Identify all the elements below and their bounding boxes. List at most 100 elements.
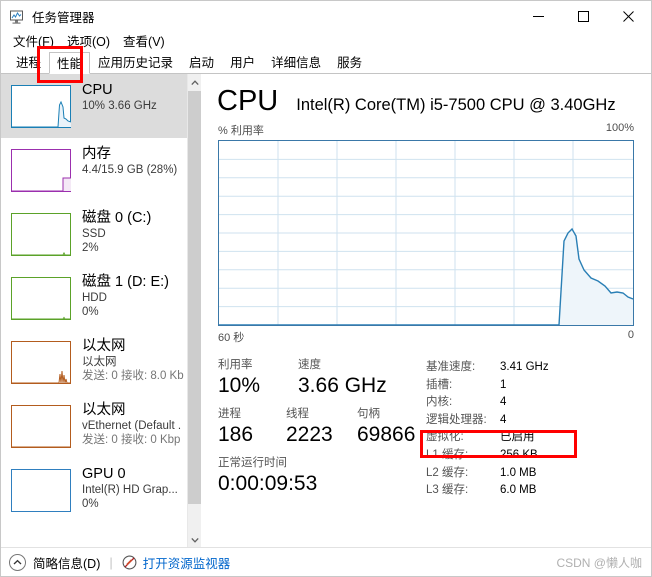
stat-processes-label: 进程	[218, 408, 241, 420]
sidebar-item-cpu-title: CPU	[82, 82, 113, 98]
sidebar-item-gpu0-line3: 0%	[82, 498, 99, 510]
spec-sockets-value: 1	[500, 378, 507, 391]
disk0-thumbnail-chart	[11, 213, 71, 256]
sidebar-item-memory-title: 内存	[82, 146, 111, 162]
spec-l2-cache-key: L2 缓存:	[426, 466, 469, 479]
cpu-thumbnail-chart	[11, 85, 71, 128]
ethernet-thumbnail-chart	[11, 341, 71, 384]
chevron-down-icon[interactable]	[188, 531, 202, 548]
stat-uptime-label: 正常运行时间	[218, 457, 287, 469]
chart-x-left-label: 60 秒	[218, 332, 245, 344]
stat-speed: 速度 3.66 GHz	[298, 358, 387, 398]
sidebar-item-ethernet-title: 以太网	[82, 338, 126, 354]
stat-threads: 线程 2223	[286, 407, 357, 447]
tab-startup[interactable]: 启动	[181, 51, 222, 73]
spec-logical-processors-key: 逻辑处理器:	[426, 413, 487, 426]
cpu-utilization-chart	[218, 140, 634, 326]
window-controls	[516, 1, 651, 32]
spec-base-speed: 基准速度: 3.41 GHz	[426, 359, 549, 377]
sidebar-item-disk0[interactable]: 磁盘 0 (C:) SSD 2%	[1, 202, 199, 266]
sidebar-item-vethernet[interactable]: 以太网 vEthernet (Default . 发送: 0 接收: 0 Kbp	[1, 394, 199, 458]
tab-services[interactable]: 服务	[329, 51, 370, 73]
resource-monitor-icon[interactable]	[122, 555, 137, 570]
sidebar-item-disk0-line2: SSD	[82, 228, 106, 240]
task-manager-icon	[9, 9, 25, 25]
sidebar-item-gpu0[interactable]: GPU 0 Intel(R) HD Grap... 0%	[1, 458, 199, 522]
spec-l3-cache: L3 缓存: 6.0 MB	[426, 482, 549, 500]
spec-logical-processors: 逻辑处理器: 4	[426, 412, 549, 430]
page-title: CPU	[217, 85, 279, 117]
status-bar: 简略信息(D) | 打开资源监视器 CSDN @懒人咖	[1, 547, 651, 576]
sidebar-item-disk1-line2: HDD	[82, 292, 107, 304]
spec-cores-key: 内核:	[426, 396, 453, 409]
close-button[interactable]	[606, 1, 651, 32]
sidebar-item-gpu0-info: GPU 0 Intel(R) HD Grap... 0%	[82, 465, 178, 515]
tab-processes[interactable]: 进程	[8, 51, 49, 73]
stat-utilization: 利用率 10%	[218, 358, 298, 398]
sidebar-item-disk1[interactable]: 磁盘 1 (D: E:) HDD 0%	[1, 266, 199, 330]
tab-details[interactable]: 详细信息	[263, 51, 329, 73]
sidebar-item-ethernet-line2: 以太网	[82, 356, 117, 368]
tab-strip: 进程 性能 应用历史记录 启动 用户 详细信息 服务	[1, 51, 651, 74]
spec-l3-cache-key: L3 缓存:	[426, 484, 469, 497]
chart-y-max-label: 100%	[605, 122, 634, 134]
sidebar-item-cpu-line2: 10% 3.66 GHz	[82, 100, 157, 112]
stat-handles-value: 69866	[357, 423, 416, 446]
title-bar: 任务管理器	[1, 1, 651, 32]
stat-row-utilization-speed: 利用率 10% 速度 3.66 GHz	[218, 358, 426, 398]
sidebar-item-vethernet-line2: vEthernet (Default .	[82, 420, 182, 432]
sidebar-item-disk1-info: 磁盘 1 (D: E:) HDD 0%	[82, 273, 169, 323]
sidebar-item-disk1-title: 磁盘 1 (D: E:)	[82, 274, 170, 290]
menu-view[interactable]: 查看(V)	[117, 30, 172, 51]
spec-l1-cache-value: 256 KB	[500, 448, 538, 461]
menu-file[interactable]: 文件(F)	[7, 30, 61, 51]
stat-handles-label: 句柄	[357, 408, 380, 420]
spec-virtualization: 虚拟化: 已启用	[426, 429, 549, 447]
sidebar-item-disk0-title: 磁盘 0 (C:)	[82, 210, 152, 226]
tab-performance[interactable]: 性能	[49, 52, 91, 74]
sidebar-item-memory[interactable]: 内存 4.4/15.9 GB (28%)	[1, 138, 199, 202]
spec-l3-cache-value: 6.0 MB	[500, 484, 537, 497]
stat-handles: 句柄 69866	[357, 407, 415, 447]
spec-l1-cache-key: L1 缓存:	[426, 448, 469, 461]
maximize-button[interactable]	[561, 1, 606, 32]
disk1-thumbnail-chart	[11, 277, 71, 320]
spec-l2-cache: L2 缓存: 1.0 MB	[426, 465, 549, 483]
sidebar-item-ethernet[interactable]: 以太网 以太网 发送: 0 接收: 8.0 Kb	[1, 330, 199, 394]
cpu-header: CPU Intel(R) Core(TM) i5-7500 CPU @ 3.40…	[201, 74, 651, 118]
sidebar-item-vethernet-info: 以太网 vEthernet (Default . 发送: 0 接收: 0 Kbp	[82, 401, 181, 451]
stat-threads-label: 线程	[286, 408, 309, 420]
spec-base-speed-value: 3.41 GHz	[500, 361, 549, 373]
tab-app-history[interactable]: 应用历史记录	[90, 51, 181, 73]
scrollbar-thumb[interactable]	[188, 91, 202, 504]
spec-virtualization-key: 虚拟化:	[426, 431, 464, 444]
stat-speed-value: 3.66 GHz	[298, 374, 387, 397]
window-title: 任务管理器	[32, 11, 95, 25]
sidebar-item-cpu[interactable]: CPU 10% 3.66 GHz	[1, 74, 199, 138]
cpu-spec-list: 基准速度: 3.41 GHz 插槽: 1 内核: 4 逻辑处理器: 4 虚拟化:	[426, 358, 549, 505]
chevron-up-circle-icon[interactable]	[9, 553, 26, 571]
chart-x-right-label: 0	[627, 329, 634, 341]
sidebar-item-memory-info: 内存 4.4/15.9 GB (28%)	[82, 145, 177, 195]
spec-virtualization-value: 已启用	[500, 431, 535, 444]
resource-sidebar[interactable]: CPU 10% 3.66 GHz 内存 4.4/15.9 GB (28%) 磁盘…	[1, 74, 200, 548]
stat-processes: 进程 186	[218, 407, 286, 447]
sidebar-item-memory-line2: 4.4/15.9 GB (28%)	[82, 164, 178, 176]
stat-uptime-value: 0:00:09:53	[218, 472, 318, 495]
fewer-details-label[interactable]: 简略信息(D)	[33, 553, 100, 572]
open-resource-monitor-link[interactable]: 打开资源监视器	[143, 553, 231, 572]
chart-top-labels: % 利用率 100%	[201, 118, 651, 140]
chevron-up-icon[interactable]	[188, 74, 202, 91]
minimize-button[interactable]	[516, 1, 561, 32]
sidebar-item-disk0-line3: 2%	[82, 242, 99, 254]
memory-thumbnail-chart	[11, 149, 71, 192]
stat-utilization-value: 10%	[218, 374, 261, 397]
sidebar-scrollbar[interactable]	[187, 74, 202, 548]
stat-row-uptime: 正常运行时间 0:00:09:53	[218, 456, 426, 496]
chart-y-axis-label: % 利用率	[218, 125, 264, 137]
sidebar-item-gpu0-title: GPU 0	[82, 466, 126, 482]
tab-users[interactable]: 用户	[222, 51, 263, 73]
menu-options[interactable]: 选项(O)	[61, 30, 117, 51]
chart-bottom-labels: 60 秒 0	[201, 326, 651, 345]
status-separator: |	[109, 554, 113, 570]
